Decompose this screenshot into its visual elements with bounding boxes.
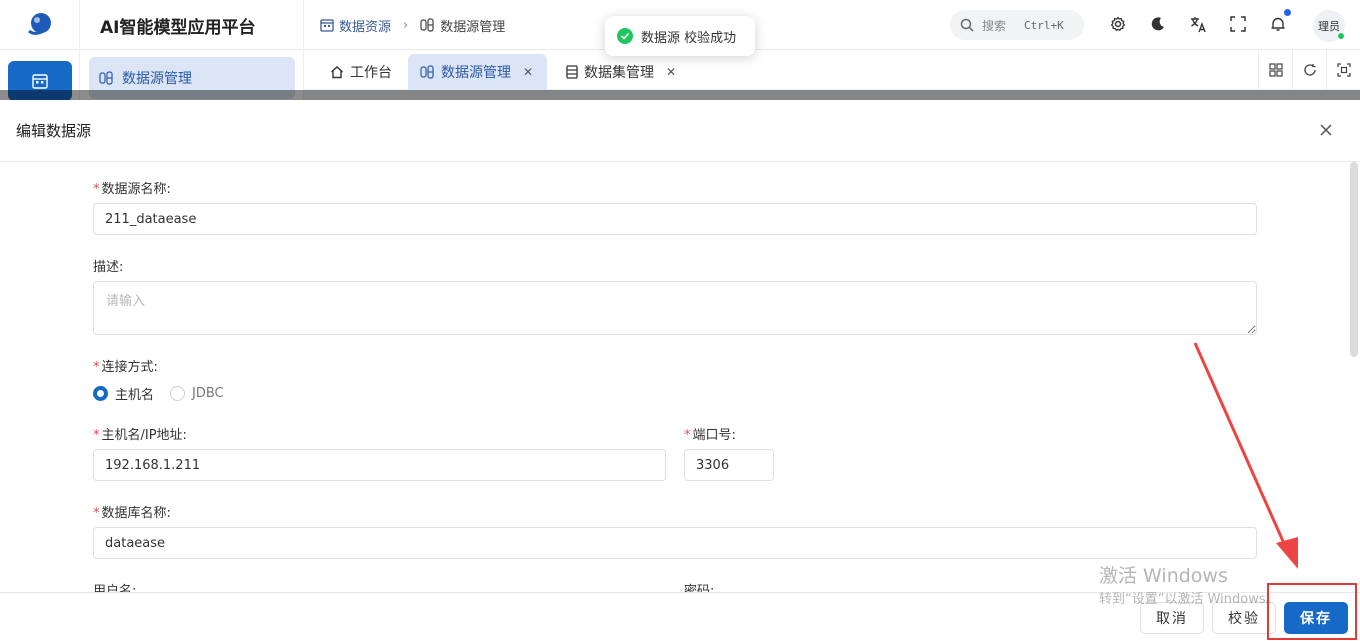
translate-icon (1190, 16, 1206, 32)
avatar-text: 理员 (1318, 20, 1340, 33)
radio-label: JDBC (192, 386, 224, 401)
database-name-input[interactable] (93, 527, 1257, 559)
radio-unchecked-icon (170, 386, 186, 401)
breadcrumb-item-resources[interactable]: 数据资源 (320, 16, 391, 35)
notifications-button[interactable] (1268, 9, 1291, 34)
description-label: 描述: (93, 260, 124, 275)
home-icon (331, 66, 343, 79)
tab-label: 工作台 (350, 65, 392, 81)
tab-datasource[interactable]: 数据源管理 ✕ (408, 54, 547, 90)
calendar-icon (320, 19, 334, 32)
close-icon (1320, 124, 1332, 136)
close-icon[interactable]: ✕ (666, 65, 676, 79)
logo-icon (27, 13, 51, 35)
submenu-item-label: 数据源管理 (122, 71, 192, 87)
windows-activation-hint: 转到“设置”以激活 Windows。 (1099, 592, 1279, 607)
database-label: * 数据库名称: (93, 506, 171, 521)
drawer-header: 编辑数据源 (0, 100, 1360, 162)
breadcrumb: 数据资源 › 数据源管理 (320, 0, 505, 50)
bell-icon (1271, 17, 1285, 31)
tab-refresh-button[interactable] (1292, 50, 1326, 90)
drawer-close-button[interactable] (1318, 122, 1334, 138)
port-label: * 端口号: (684, 428, 736, 443)
table-icon (566, 65, 578, 79)
language-button[interactable] (1188, 14, 1208, 34)
tab-bar: 工作台 数据源管理 ✕ 数据集管理 ✕ (304, 50, 1360, 90)
calendar-icon (32, 74, 48, 89)
tab-grid-button[interactable] (1258, 50, 1292, 90)
database-icon (420, 65, 434, 79)
drawer-title: 编辑数据源 (16, 122, 92, 140)
breadcrumb-label: 数据资源 (339, 19, 392, 35)
notification-badge (1284, 9, 1291, 16)
success-toast: 数据源 校验成功 (605, 16, 755, 56)
name-label: * 数据源名称: (93, 182, 171, 197)
tab-maximize-button[interactable] (1326, 50, 1360, 90)
fullscreen-icon (1230, 16, 1246, 32)
close-icon[interactable]: ✕ (523, 65, 533, 79)
radio-label: 主机名 (115, 388, 155, 403)
search-placeholder: 搜索 (982, 18, 1007, 33)
toast-message: 数据源 校验成功 (641, 30, 737, 46)
windows-activation-watermark: 激活 Windows (1099, 565, 1228, 587)
drawer-form: *数据源名称: 描述: *连接方式: 主机名 JDBC *主机名/IP地址: *… (0, 162, 1360, 592)
port-input[interactable] (684, 449, 774, 481)
app-title: AI智能模型应用平台 (80, 0, 304, 50)
user-avatar[interactable]: 理员 (1313, 10, 1345, 42)
tab-tools (1258, 50, 1360, 90)
breadcrumb-separator-icon: › (403, 17, 409, 33)
check-circle-icon (617, 28, 633, 44)
host-input[interactable] (93, 449, 666, 481)
radio-jdbc[interactable]: JDBC (170, 386, 224, 401)
search-shortcut: Ctrl+K (1024, 18, 1064, 32)
focus-icon (1336, 63, 1351, 77)
form-scrollbar[interactable] (1350, 162, 1358, 357)
online-status-dot (1337, 32, 1345, 40)
grid-icon (1268, 63, 1283, 77)
description-textarea[interactable] (93, 281, 1257, 335)
gear-icon (1110, 16, 1126, 32)
radio-checked-icon (93, 386, 108, 401)
database-icon (99, 71, 113, 85)
tab-workbench[interactable]: 工作台 (318, 54, 404, 90)
username-label: 用户名: (93, 584, 137, 592)
breadcrumb-item-datasource: 数据源管理 (420, 16, 505, 35)
settings-button[interactable] (1108, 14, 1128, 34)
password-label: 密码: (684, 584, 715, 592)
refresh-icon (1303, 64, 1316, 76)
edit-datasource-drawer: 编辑数据源 *数据源名称: 描述: *连接方式: 主机名 JDBC *主机名/I… (0, 100, 1360, 641)
tab-label: 数据源管理 (441, 65, 511, 81)
modal-mask (0, 90, 1360, 100)
breadcrumb-label: 数据源管理 (440, 19, 506, 35)
connection-radio-group: 主机名 JDBC (93, 384, 224, 403)
global-search[interactable]: 搜索 Ctrl+K (950, 10, 1084, 40)
search-icon (960, 18, 974, 32)
fullscreen-button[interactable] (1228, 14, 1248, 34)
radio-hostname[interactable]: 主机名 (93, 384, 154, 403)
theme-toggle-button[interactable] (1148, 14, 1168, 34)
save-highlight-box (1267, 583, 1357, 640)
tab-dataset[interactable]: 数据集管理 ✕ (554, 54, 688, 90)
app-logo[interactable] (0, 0, 80, 50)
moon-icon (1151, 17, 1164, 31)
tab-label: 数据集管理 (584, 65, 654, 81)
connection-label: * 连接方式: (93, 360, 158, 375)
host-label: * 主机名/IP地址: (93, 428, 187, 443)
datasource-name-input[interactable] (93, 203, 1257, 235)
database-icon (420, 18, 434, 32)
